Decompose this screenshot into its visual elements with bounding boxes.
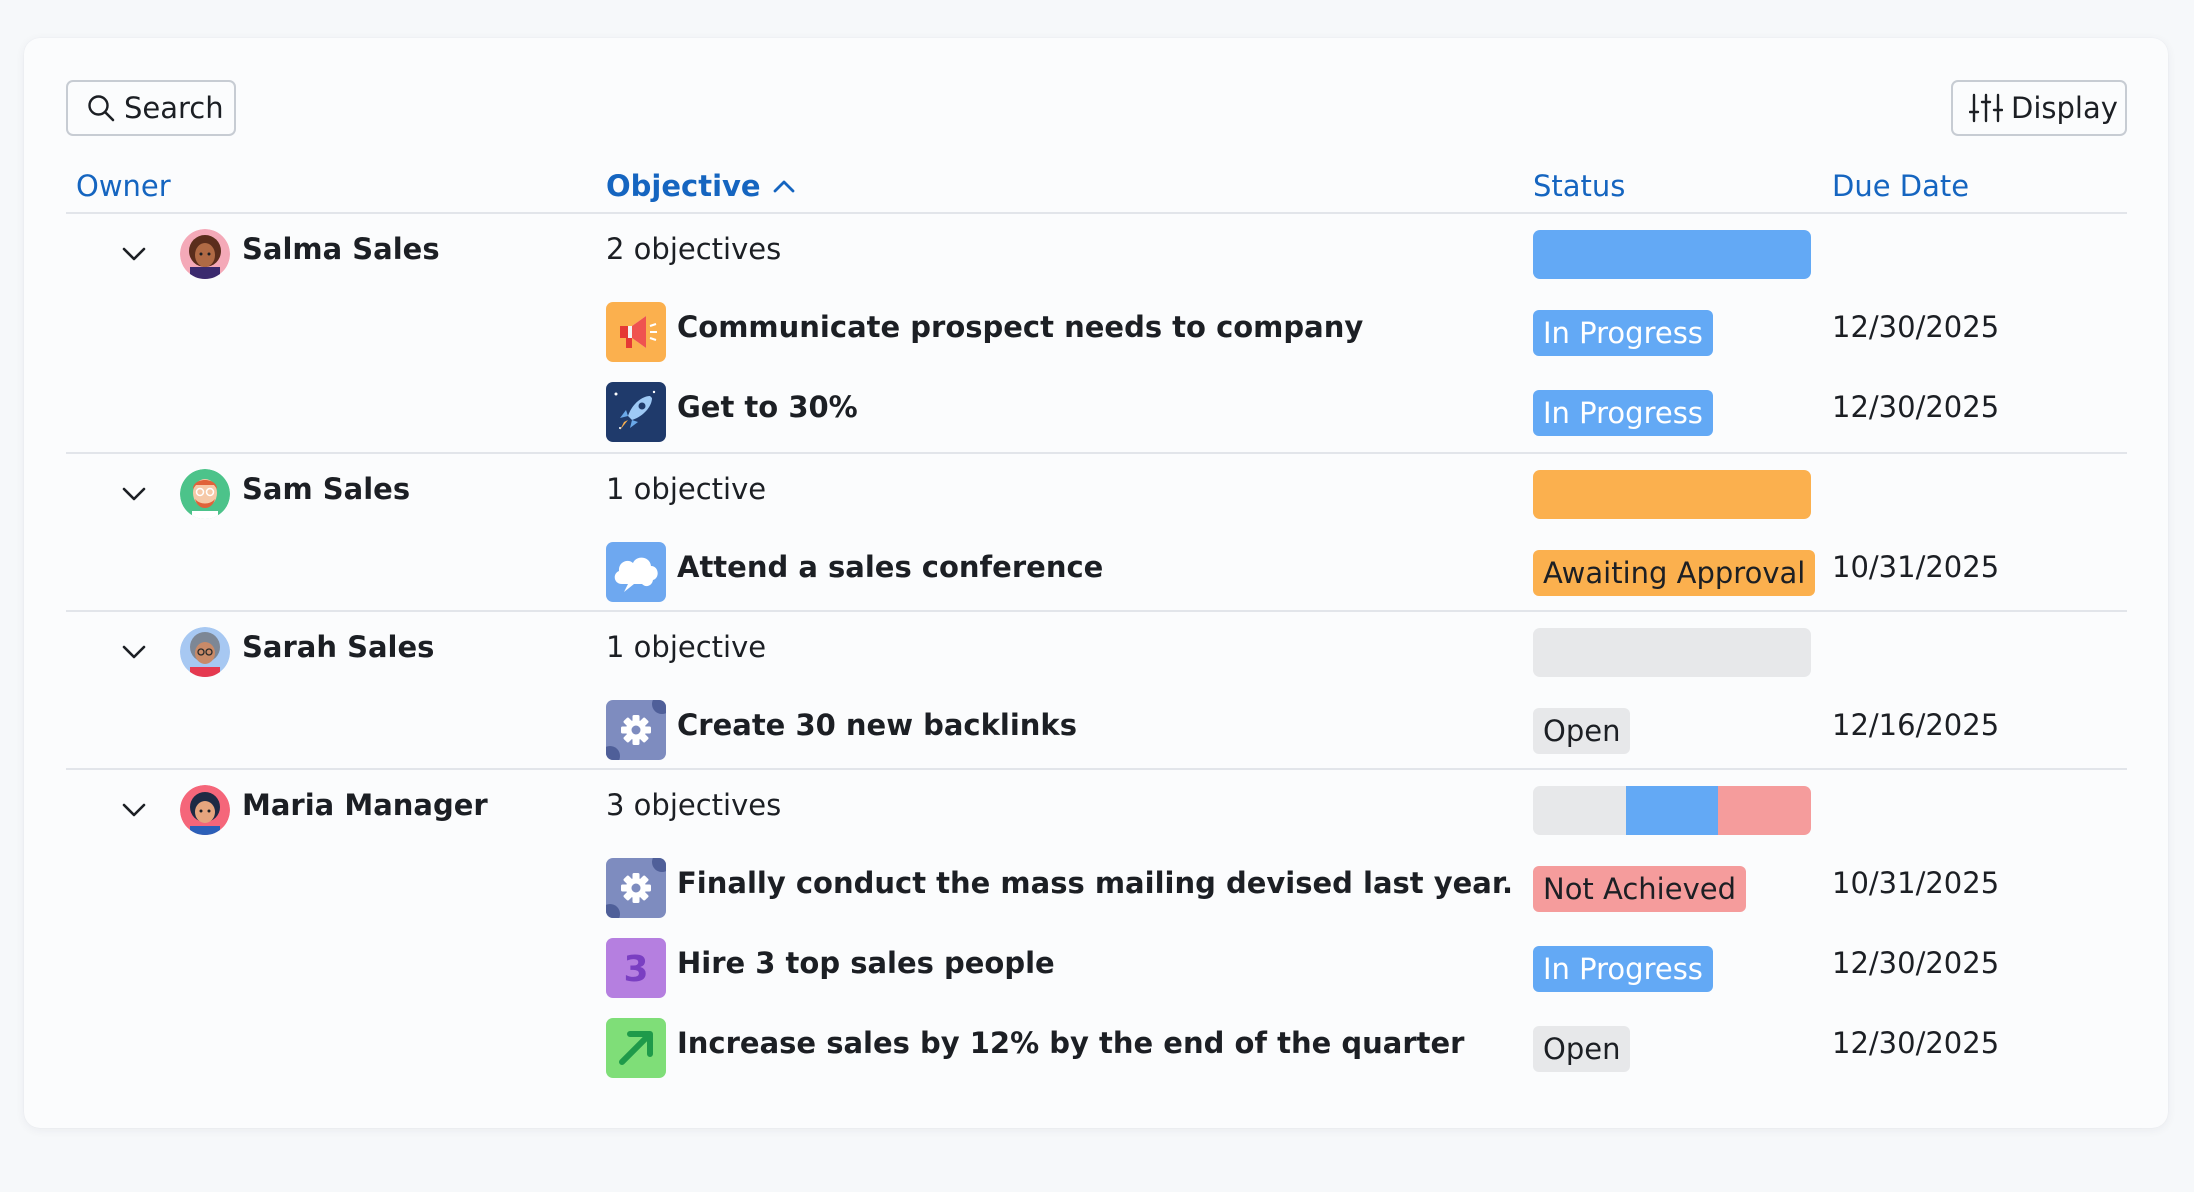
status-segment-in-progress [1533,230,1811,279]
objective-count: 3 objectives [606,788,782,822]
avatar [180,627,230,677]
column-header-status[interactable]: Status [1533,160,1625,212]
objective-count: 2 objectives [606,232,782,266]
table-header: Owner Objective Status Due Date [66,160,2127,214]
svg-text:3: 3 [623,949,648,990]
display-button-label: Display [2011,91,2118,125]
due-date: 12/30/2025 [1832,1026,2000,1060]
owner-group-maria-manager: Maria Manager 3 objectives Finally condu… [66,770,2127,1088]
status-badge: In Progress [1533,310,1713,356]
sliders-icon [1969,93,2003,123]
status-summary-bar [1533,628,1811,677]
objective-title[interactable]: Hire 3 top sales people [677,946,1055,980]
search-button[interactable]: Search [66,80,236,136]
status-summary-bar [1533,230,1811,279]
number-three-icon: 3 [606,938,666,998]
objective-title[interactable]: Create 30 new backlinks [677,708,1077,742]
column-header-owner-label: Owner [76,169,171,203]
status-segment-awaiting-approval [1533,470,1811,519]
due-date: 12/16/2025 [1832,708,2000,742]
objective-title[interactable]: Communicate prospect needs to company [677,310,1363,344]
status-summary-bar [1533,786,1811,835]
status-badge: Not Achieved [1533,866,1746,912]
objective-title[interactable]: Get to 30% [677,390,858,424]
cloud-icon [606,542,666,602]
status-badge: Open [1533,1026,1631,1072]
objective-title[interactable]: Attend a sales conference [677,550,1103,584]
status-segment-open [1533,628,1811,677]
chevron-down-icon [122,803,146,817]
objective-count: 1 objective [606,630,767,664]
column-header-due-date-label: Due Date [1832,169,1970,203]
status-summary-bar [1533,470,1811,519]
due-date: 10/31/2025 [1832,866,2000,900]
column-header-owner[interactable]: Owner [76,160,171,212]
chevron-down-icon [122,645,146,659]
gear-icon [606,858,666,918]
objective-title[interactable]: Increase sales by 12% by the end of the … [677,1026,1464,1060]
due-date: 12/30/2025 [1832,946,2000,980]
chevron-down-icon [122,487,146,501]
megaphone-icon [606,302,666,362]
status-badge: In Progress [1533,390,1713,436]
status-segment-not-achieved [1718,786,1811,835]
status-segment-open [1533,786,1626,835]
status-badge: Open [1533,708,1631,754]
status-segment-in-progress [1625,786,1719,835]
search-button-label: Search [124,91,224,125]
avatar [180,785,230,835]
objective-title[interactable]: Finally conduct the mass mailing devised… [677,866,1513,900]
collapse-toggle[interactable] [118,238,150,270]
column-header-status-label: Status [1533,169,1626,203]
avatar [180,229,230,279]
objective-count: 1 objective [606,472,767,506]
owner-name[interactable]: Maria Manager [242,788,488,822]
sort-ascending-icon [773,180,794,193]
owner-group-sam-sales: Sam Sales 1 objective Attend a sales con… [66,454,2127,612]
column-header-objective[interactable]: Objective [606,160,795,212]
gear-icon [606,700,666,760]
owner-name[interactable]: Sarah Sales [242,630,434,664]
owner-name[interactable]: Sam Sales [242,472,410,506]
owner-group-salma-sales: Salma Sales 2 objectives Communicate pro… [66,214,2127,454]
arrow-up-right-icon [606,1018,666,1078]
due-date: 10/31/2025 [1832,550,2000,584]
rocket-icon [606,382,666,442]
search-icon [88,95,115,122]
due-date: 12/30/2025 [1832,310,2000,344]
column-header-objective-label: Objective [606,169,761,203]
collapse-toggle[interactable] [118,478,150,510]
owner-group-sarah-sales: Sarah Sales 1 objective Create 30 new ba… [66,612,2127,770]
status-badge: In Progress [1533,946,1713,992]
collapse-toggle[interactable] [118,636,150,668]
due-date: 12/30/2025 [1832,390,2000,424]
collapse-toggle[interactable] [118,794,150,826]
display-button[interactable]: Display [1951,80,2127,136]
chevron-down-icon [122,247,146,261]
avatar [180,469,230,519]
column-header-due-date[interactable]: Due Date [1832,160,1969,212]
owner-name[interactable]: Salma Sales [242,232,440,266]
objectives-table-card: Search Display Owner Objective Status Du… [24,38,2168,1128]
status-badge: Awaiting Approval [1533,550,1816,596]
